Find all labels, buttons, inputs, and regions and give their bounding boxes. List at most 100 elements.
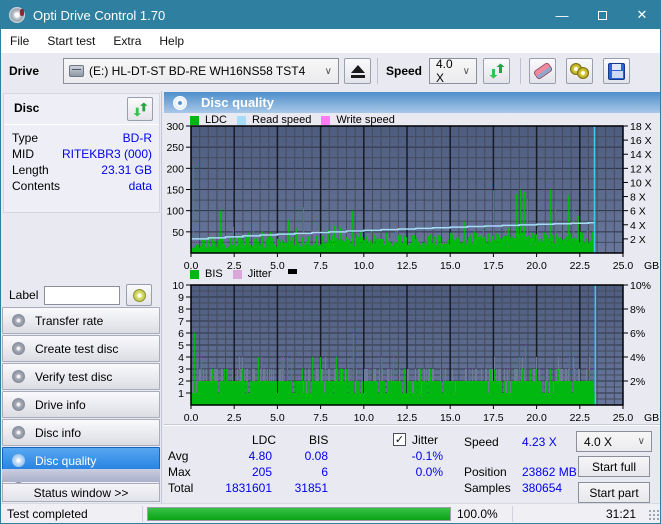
menu-extra[interactable]: Extra [104, 30, 150, 52]
bis-bar [357, 381, 358, 405]
sidebar-item-disc-info[interactable]: Disc info [2, 419, 160, 446]
eject-button[interactable] [344, 58, 371, 84]
ldc-bar [513, 233, 514, 253]
menu-start-test[interactable]: Start test [38, 30, 104, 52]
bis-bar [516, 381, 517, 405]
close-button[interactable]: ✕ [622, 1, 660, 29]
ldc-bar [546, 235, 547, 253]
jitter-checkbox[interactable]: ✓ [393, 433, 406, 446]
bis-bar [218, 393, 219, 405]
sidebar-item-transfer-rate[interactable]: Transfer rate [2, 307, 160, 334]
bis-bar [457, 381, 458, 405]
ldc-bar [453, 239, 454, 253]
bis-bar [579, 381, 580, 405]
ldc-bar [341, 236, 342, 253]
start-part-button[interactable]: Start part [578, 482, 650, 503]
bis-bar [575, 369, 576, 405]
max-bis-value: 6 [321, 465, 328, 479]
ldc-bar [227, 245, 228, 253]
menu-file[interactable]: File [1, 30, 38, 52]
ldc-bar [273, 243, 274, 253]
bis-bar [417, 393, 418, 405]
bis-bar [432, 381, 433, 405]
bis-bar [280, 381, 281, 405]
bis-bar [555, 369, 556, 405]
jitter-checkbox-label[interactable]: Jitter [412, 433, 438, 447]
bis-bar [329, 381, 330, 405]
status-bar: Test completed 100.0% 31:21 [1, 503, 660, 523]
bis-bar [414, 381, 415, 405]
disc-tools-button[interactable] [566, 58, 593, 84]
ldc-bar [293, 240, 294, 253]
stats-panel: LDC BIS ✓ Jitter Avg 4.80 0.08 -0.1% Max… [162, 427, 660, 503]
x-tick-label: 10.0 [354, 412, 375, 423]
ldc-bar [213, 245, 214, 253]
status-window-button[interactable]: Status window >> [2, 483, 160, 502]
ldc-bar [225, 237, 226, 253]
write-label-button[interactable] [126, 284, 153, 306]
ldc-bar [272, 238, 273, 253]
disc-icon [12, 370, 25, 383]
bis-bar [279, 381, 280, 405]
start-full-button[interactable]: Start full [578, 456, 650, 477]
resize-grip[interactable] [648, 509, 660, 521]
ldc-bar [330, 239, 331, 253]
disc-contents-value[interactable]: data [129, 179, 152, 193]
maximize-button[interactable] [582, 1, 622, 29]
sidebar-item-drive-info[interactable]: Drive info [2, 391, 160, 418]
bis-bar [461, 381, 462, 405]
y-right-tick-label: 16 X [630, 135, 652, 147]
disc-label-input[interactable] [44, 285, 121, 305]
erase-disc-button[interactable] [529, 58, 556, 84]
y-left-tick-label: 7 [178, 316, 184, 328]
bis-bar [238, 381, 239, 405]
bis-bar [572, 393, 573, 405]
refresh-disc-button[interactable] [127, 97, 153, 121]
ldc-bar [312, 245, 313, 253]
ldc-bar [310, 245, 311, 253]
ldc-bar [279, 239, 280, 253]
y-left-tick-label: 150 [166, 185, 184, 197]
ldc-bar [344, 241, 345, 253]
ldc-bar [317, 222, 318, 253]
ldc-bar [264, 247, 265, 253]
y-left-tick-label: 300 [166, 121, 184, 133]
ldc-bar [583, 239, 584, 253]
bis-bar [559, 381, 560, 405]
ldc-bar [419, 231, 420, 253]
menu-help[interactable]: Help [150, 30, 193, 52]
test-speed-select[interactable]: 4.0 X ∨ [576, 431, 652, 452]
sidebar-item-create-test-disc[interactable]: Create test disc [2, 335, 160, 362]
bis-bar [316, 381, 317, 405]
sidebar-item-verify-test-disc[interactable]: Verify test disc [2, 363, 160, 390]
bis-bar [301, 381, 302, 405]
ldc-bar [350, 242, 351, 253]
ldc-bar [514, 237, 515, 253]
save-results-button[interactable] [603, 58, 630, 84]
bis-bar [246, 381, 247, 405]
bis-bar [338, 381, 339, 405]
bis-bar [220, 381, 221, 405]
bis-bar [453, 381, 454, 405]
ldc-bar [343, 237, 344, 253]
ldc-bar [323, 238, 324, 253]
drive-select[interactable]: (E:) HL-DT-ST BD-RE WH16NS58 TST4 ∨ [63, 58, 339, 84]
bis-bar [525, 345, 526, 405]
app-disc-icon [9, 7, 25, 23]
bis-bar [507, 381, 508, 405]
speed-select[interactable]: 4.0 X ∨ [429, 57, 477, 85]
ldc-bar [252, 246, 253, 253]
minimize-button[interactable]: — [542, 1, 582, 29]
refresh-drive-button[interactable] [483, 58, 510, 84]
ldc-bar [245, 247, 246, 253]
bis-bar [352, 381, 353, 405]
bis-bar [391, 381, 392, 405]
ldc-bar [237, 245, 238, 253]
ldc-bar [329, 241, 330, 253]
ldc-bar [561, 237, 562, 253]
ldc-bar [316, 236, 317, 253]
y-right-tick-label: 10% [630, 280, 651, 292]
maximize-icon [597, 10, 607, 20]
ldc-bar [481, 238, 482, 253]
ldc-bar [588, 242, 589, 253]
